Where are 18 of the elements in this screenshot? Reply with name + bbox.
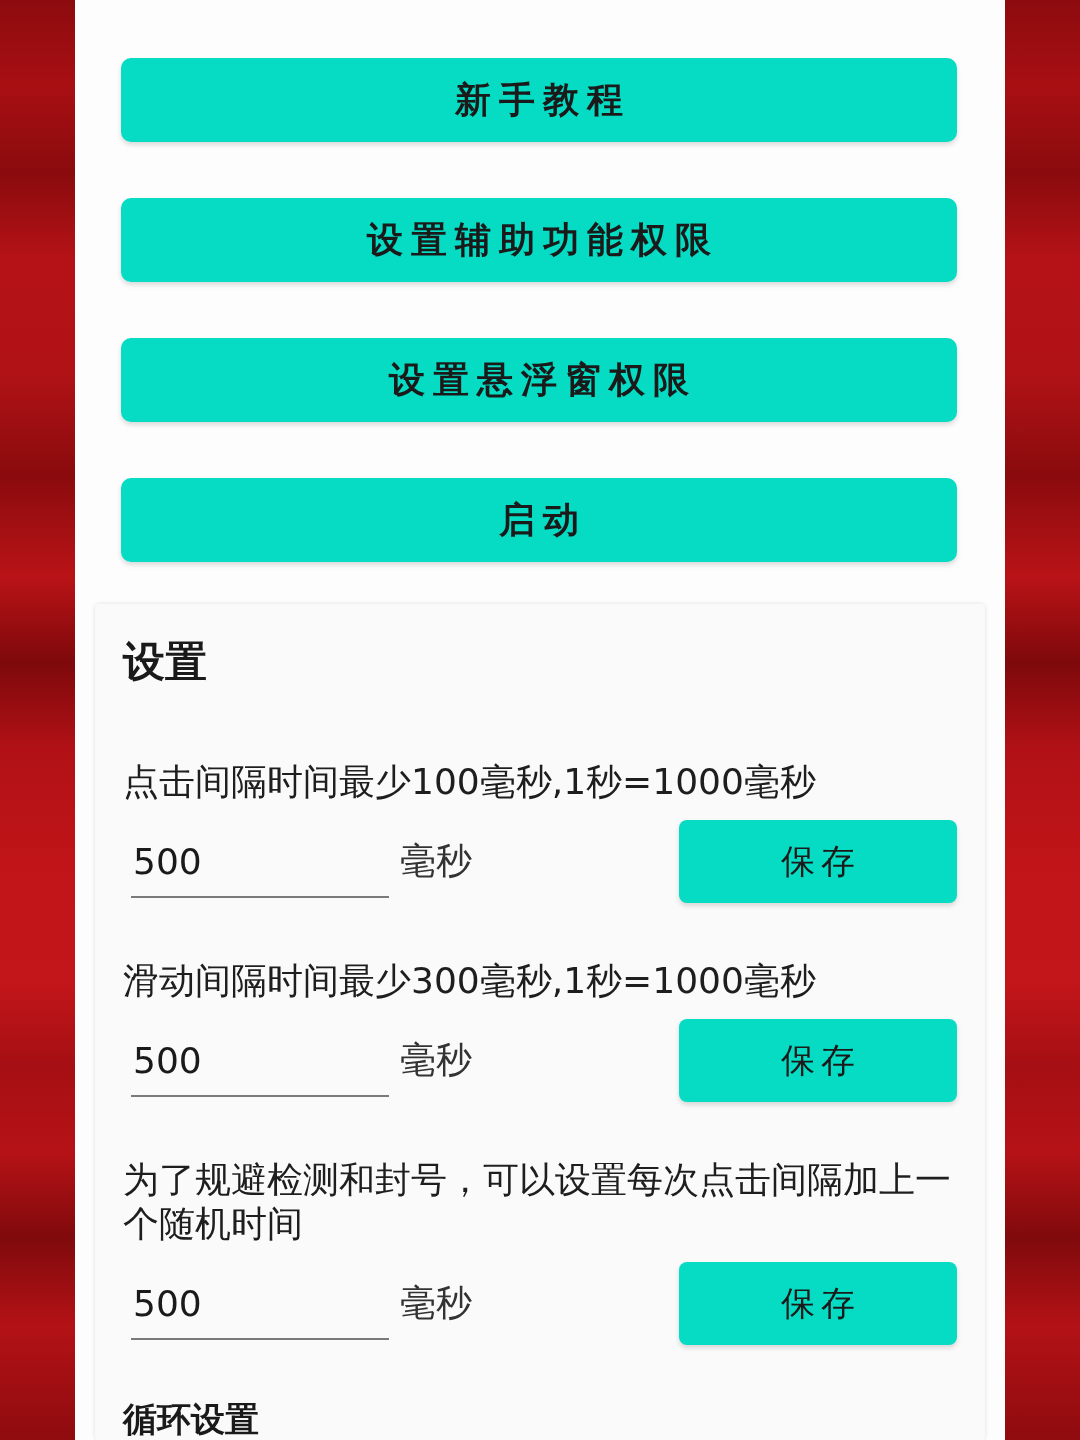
save-button[interactable]: 保存 — [679, 820, 957, 903]
setting-description: 点击间隔时间最少100毫秒,1秒=1000毫秒 — [123, 760, 817, 804]
section-title: 循环设置 — [123, 1401, 259, 1437]
input-field[interactable]: 500 — [131, 1030, 389, 1097]
save-button[interactable]: 保存 — [679, 1019, 957, 1102]
unit-label: 毫秒 — [400, 1038, 472, 1082]
setting-description: 为了规避检测和封号，可以设置每次点击间隔加上一个随机时间 — [123, 1158, 952, 1246]
menu-button[interactable]: 设置辅助功能权限 — [121, 198, 957, 282]
setting-description: 滑动间隔时间最少300毫秒,1秒=1000毫秒 — [123, 959, 817, 1003]
menu-button[interactable]: 设置悬浮窗权限 — [121, 338, 957, 422]
input-field[interactable]: 500 — [131, 831, 389, 898]
unit-label: 毫秒 — [400, 1281, 472, 1325]
save-button[interactable]: 保存 — [679, 1262, 957, 1345]
menu-button[interactable]: 新手教程 — [121, 58, 957, 142]
input-field[interactable]: 500 — [131, 1273, 389, 1340]
menu-button[interactable]: 启动 — [121, 478, 957, 562]
section-title: 设置 — [123, 636, 207, 688]
unit-label: 毫秒 — [400, 839, 472, 883]
